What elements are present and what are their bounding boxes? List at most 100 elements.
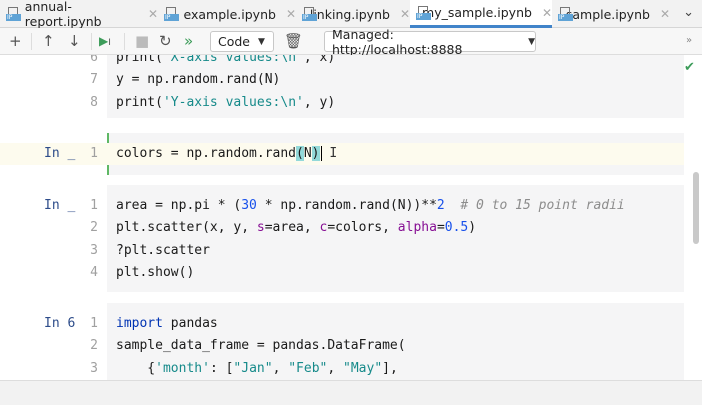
code-text[interactable]: import pandas [116, 313, 218, 335]
code-line: 4 plt.show() [0, 262, 684, 284]
code-line: 3 {'month': ["Jan", "Feb", "May"], [0, 358, 684, 380]
code-line: 1 area = np.pi * (30 * np.random.rand(N))… [0, 195, 684, 217]
no-problems-check-icon: ✔ [684, 60, 695, 75]
code-token: , [327, 360, 344, 376]
mouse-ibeam-icon: I [321, 146, 338, 161]
code-token: 30 [241, 198, 257, 213]
jupyter-server-select[interactable]: Managed: http://localhost:8888 ▼ [324, 27, 536, 57]
code-token: plt.scatter(x, y, [116, 220, 257, 236]
code-token: ], [382, 360, 398, 376]
code-token: ) [468, 220, 477, 236]
run-all-icon[interactable]: » [184, 32, 193, 50]
code-text[interactable]: sample_data_frame = pandas.DataFrame( [116, 335, 406, 357]
code-text[interactable]: area = np.pi * (30 * np.random.rand(N))*… [116, 195, 625, 217]
code-text[interactable]: plt.scatter(x, y, s=area, c=colors, alph… [116, 217, 476, 239]
code-line: 3 ?plt.scatter [0, 240, 684, 262]
code-token: print( [116, 94, 163, 110]
line-number: 1 [90, 146, 98, 161]
code-line: 2 plt.scatter(x, y, s=area, c=colors, alp… [0, 217, 684, 239]
stop-icon[interactable]: ■ [135, 32, 149, 50]
tab-label: example.ipynb [183, 6, 276, 22]
run-cell-icon[interactable]: ▶I [99, 32, 111, 52]
code-token: ( [296, 146, 304, 161]
code-text[interactable]: colors = np.random.rand(N)​ I [116, 143, 337, 165]
tab-my_sample-ipynb[interactable]: my_sample.ipynb ✕ [410, 0, 552, 28]
tab-annual-report-ipynb[interactable]: annual-report.ipynb ✕ [0, 0, 158, 29]
notebook-icon [164, 7, 180, 21]
tab-label: my_sample.ipynb [422, 5, 532, 20]
divider [91, 33, 92, 50]
code-token: s [256, 220, 265, 236]
close-tab-icon[interactable]: ✕ [542, 6, 552, 20]
line-number: 3 [90, 360, 98, 376]
code-token: N [303, 146, 312, 161]
tabs-overflow-chevron-icon[interactable]: ⌄ [683, 5, 694, 20]
code-token: =area, [264, 220, 320, 236]
code-token: alpha [397, 220, 437, 236]
code-token: X-axis values:\n [170, 55, 297, 65]
code-token: , [272, 360, 289, 376]
code-token: # 0 to 15 point radii [444, 198, 625, 213]
notebook-icon [302, 7, 316, 21]
vertical-scrollbar[interactable] [693, 172, 699, 244]
move-up-button[interactable]: ↑ [42, 32, 55, 50]
notebook-icon [6, 7, 21, 21]
tab-example-ipynb[interactable]: example.ipynb ✕ [158, 0, 296, 28]
code-line: 6 print('X-axis values:\n', x) [0, 55, 684, 69]
code-token: 0.5 [444, 220, 469, 236]
tab-linking-ipynb[interactable]: linking.ipynb ✕ [296, 0, 410, 28]
status-bar [0, 380, 702, 405]
code-token: sample_data_frame = pandas.DataFrame( [116, 338, 406, 354]
line-number: 4 [90, 264, 98, 280]
line-number: 1 [90, 198, 98, 213]
line-number: 1 [90, 316, 98, 331]
code-token: plt.show() [116, 264, 195, 280]
line-number: 7 [90, 72, 98, 88]
code-text[interactable]: y = np.random.rand(N) [116, 69, 280, 91]
notebook-toolbar: + ↑ ↓ ▶I ■ ↻ » Code ▼ 🗑 Managed: http://l… [0, 27, 702, 57]
code-text[interactable]: print('Y-axis values:\n', y) [116, 92, 335, 114]
code-line: 7 y = np.random.rand(N) [0, 69, 684, 91]
code-token: colors = np.random.rand [116, 146, 297, 161]
close-tab-icon[interactable]: ✕ [400, 7, 410, 21]
code-text[interactable]: {'month': ["Jan", "Feb", "May"], [116, 358, 398, 380]
notebook-editor[interactable]: 6 print('X-axis values:\n', x) 7 y = np.ran… [0, 55, 702, 380]
cell-type-select[interactable]: Code ▼ [210, 31, 274, 52]
code-line: 8 print('Y-axis values:\n', y) [0, 92, 684, 114]
restart-kernel-icon[interactable]: ↻ [159, 32, 172, 50]
delete-cell-icon[interactable]: 🗑 [284, 32, 303, 50]
toolbar-overflow-icon[interactable]: » [686, 32, 692, 50]
tab-label: annual-report.ipynb [24, 0, 102, 29]
add-cell-button[interactable]: + [9, 32, 22, 50]
tab-sample-ipynb[interactable]: sample.ipynb ✕ [552, 0, 670, 28]
code-token: , y) [303, 94, 336, 110]
code-text[interactable]: plt.show() [116, 262, 194, 284]
code-token: area = np.pi * ( [116, 198, 242, 213]
code-token: y = np.random.rand(N) [116, 72, 281, 88]
dropdown-arrow-icon: ▼ [528, 36, 535, 47]
code-text[interactable]: ?plt.scatter [116, 240, 210, 262]
editor-tabs: annual-report.ipynb✕example.ipynb✕linkin… [0, 0, 702, 29]
divider [31, 33, 32, 50]
close-tab-icon[interactable]: ✕ [660, 7, 670, 21]
dropdown-arrow-icon: ▼ [258, 36, 265, 47]
move-down-button[interactable]: ↓ [68, 32, 81, 50]
server-value: Managed: http://localhost:8888 [332, 26, 463, 57]
code-token: * np.random.rand(N))** [256, 198, 437, 213]
code-token: "Feb" [288, 360, 328, 376]
line-number: 8 [90, 94, 98, 110]
close-tab-icon[interactable]: ✕ [286, 7, 296, 21]
code-token: import [116, 316, 163, 331]
divider [124, 33, 125, 50]
code-text[interactable]: print('X-axis values:\n', x) [116, 55, 335, 69]
code-line: 1 colors = np.random.rand(N)​ I [0, 143, 684, 165]
code-token: ?plt.scatter [116, 242, 210, 258]
code-token: 'Y-axis values:\n' [162, 94, 304, 110]
code-token: = [436, 220, 445, 236]
code-token: "May" [343, 360, 383, 376]
code-token: 'month' [155, 360, 210, 376]
close-tab-icon[interactable]: ✕ [148, 7, 158, 21]
line-number: 3 [90, 242, 98, 258]
code-token: =colors, [327, 220, 398, 236]
code-token: pandas [162, 316, 218, 331]
